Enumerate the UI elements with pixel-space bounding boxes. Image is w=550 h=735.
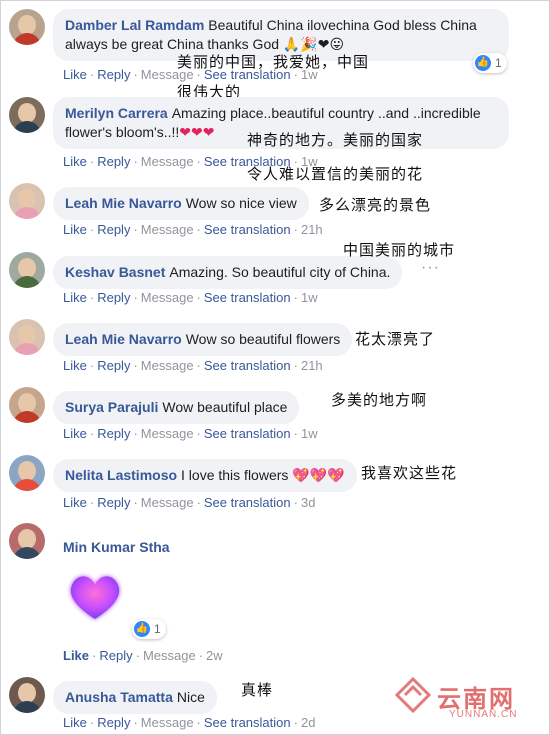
comment-emoji: ❤❤❤ [179,124,215,140]
commenter-name[interactable]: Damber Lal Ramdam [65,17,204,33]
timestamp[interactable]: 21h [301,222,323,237]
avatar[interactable] [9,523,45,559]
reply-link[interactable]: Reply [99,648,132,663]
chinese-translation: 美丽的中国，我爱她，中国 [177,53,370,71]
avatar[interactable] [9,677,45,713]
timestamp[interactable]: 1w [301,290,318,305]
comments-panel: Damber Lal Ramdam Beautiful China ilovech… [0,0,550,735]
watermark: 云南网 YUNNAN.CN [391,673,541,728]
comment-text: Wow so nice view [185,195,297,211]
like-link[interactable]: Like [63,495,87,510]
reply-link[interactable]: Reply [97,715,130,730]
reply-link[interactable]: Reply [97,154,130,169]
like-reaction-icon: 👍 [475,55,491,71]
like-link[interactable]: Like [63,648,89,663]
like-link[interactable]: Like [63,154,87,169]
timestamp[interactable]: 1w [301,426,318,441]
more-options-icon[interactable]: ··· [421,259,440,277]
comment-bubble: Keshav Basnet Amazing. So beautiful city … [53,256,403,289]
reply-link[interactable]: Reply [97,358,130,373]
comment-actions: Like · Reply · Message · See translation · 21h [63,358,323,373]
chinese-translation: 神奇的地方。美丽的国家 [247,131,424,149]
avatar[interactable] [9,252,45,288]
see-translation-link[interactable]: See translation [204,290,291,305]
comment-text: Wow so beautiful flowers [185,331,341,347]
message-link[interactable]: Message [141,495,194,510]
message-link[interactable]: Message [141,358,194,373]
see-translation-link[interactable]: See translation [204,426,291,441]
comment-text: Wow beautiful place [162,399,288,415]
heart-sticker-icon[interactable] [65,571,125,623]
comment-bubble: Min Kumar Stha [53,531,186,564]
avatar[interactable] [9,9,45,45]
commenter-name[interactable]: Merilyn Carrera [65,105,168,121]
message-link[interactable]: Message [141,154,194,169]
avatar[interactable] [9,183,45,219]
chinese-translation: 多美的地方啊 [331,391,428,409]
message-link[interactable]: Message [143,648,196,663]
comment-bubble: Surya Parajuli Wow beautiful place [53,391,300,424]
comment-text: Nice [176,689,205,705]
commenter-name[interactable]: Leah Mie Navarro [65,195,182,211]
message-link[interactable]: Message [141,222,194,237]
comment-actions: Like · Reply · Message · See translation · 1w [63,426,318,441]
timestamp[interactable]: 2w [206,648,223,663]
see-translation-link[interactable]: See translation [204,358,291,373]
chinese-translation: 真棒 [241,681,274,699]
comment-text: I love this flowers [181,467,289,483]
reaction-count[interactable]: 👍 1 [132,619,166,639]
like-reaction-icon: 👍 [134,621,150,637]
commenter-name[interactable]: Anusha Tamatta [65,689,173,705]
comment-emoji: 🙏🎉❤😛 [282,36,345,52]
comment-bubble: Leah Mie Navarro Wow so beautiful flowers [53,323,353,356]
avatar[interactable] [9,455,45,491]
comment-actions: Like · Reply · Message · 2w [63,648,223,663]
comment-actions: Like · Reply · Message · See translation · 21h [63,222,323,237]
comment-actions: Like · Reply · Message · See translation · 1w [63,290,318,305]
chinese-translation: 我喜欢这些花 [361,464,458,482]
message-link[interactable]: Message [141,426,194,441]
comment-bubble: Nelita Lastimoso I love this flowers 💖💖💖 [53,459,357,492]
timestamp[interactable]: 3d [301,495,315,510]
chinese-translation: 花太漂亮了 [355,330,436,348]
chinese-translation: 多么漂亮的景色 [319,196,432,214]
message-link[interactable]: Message [141,290,194,305]
commenter-name[interactable]: Surya Parajuli [65,399,158,415]
like-link[interactable]: Like [63,358,87,373]
like-link[interactable]: Like [63,715,87,730]
comment-actions: Like · Reply · Message · See translation · 3d [63,495,316,510]
comment-bubble: Anusha Tamatta Nice [53,681,217,714]
commenter-name[interactable]: Nelita Lastimoso [65,467,177,483]
avatar[interactable] [9,319,45,355]
watermark-subtext: YUNNAN.CN [449,709,518,720]
like-link[interactable]: Like [63,222,87,237]
comment-actions: Like · Reply · Message · See translation · 2d [63,715,316,730]
like-link[interactable]: Like [63,426,87,441]
reply-link[interactable]: Reply [97,67,130,82]
reaction-count[interactable]: 👍 1 [473,53,507,73]
reply-link[interactable]: Reply [97,495,130,510]
message-link[interactable]: Message [141,715,194,730]
see-translation-link[interactable]: See translation [204,495,291,510]
timestamp[interactable]: 21h [301,358,323,373]
chinese-translation: 中国美丽的城市 [343,241,456,259]
see-translation-link[interactable]: See translation [204,222,291,237]
comment-bubble: Leah Mie Navarro Wow so nice view [53,187,309,220]
reply-link[interactable]: Reply [97,426,130,441]
comment-emoji: 💖💖💖 [292,467,345,483]
avatar[interactable] [9,387,45,423]
reply-link[interactable]: Reply [97,222,130,237]
timestamp[interactable]: 2d [301,715,315,730]
avatar[interactable] [9,97,45,133]
see-translation-link[interactable]: See translation [204,715,291,730]
watermark-logo-icon [395,677,431,713]
chinese-translation: 令人难以置信的美丽的花 [247,165,424,183]
commenter-name[interactable]: Min Kumar Stha [63,539,170,555]
comment-text: Amazing. So beautiful city of China. [169,264,391,280]
like-link[interactable]: Like [63,290,87,305]
reply-link[interactable]: Reply [97,290,130,305]
commenter-name[interactable]: Keshav Basnet [65,264,165,280]
commenter-name[interactable]: Leah Mie Navarro [65,331,182,347]
like-link[interactable]: Like [63,67,87,82]
